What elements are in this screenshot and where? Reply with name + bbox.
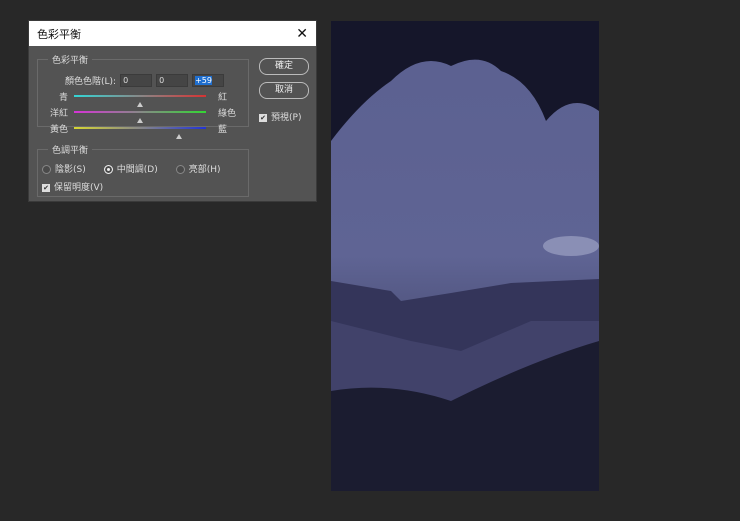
- level-yellow-blue-input[interactable]: +59: [192, 74, 225, 87]
- slider-thumb[interactable]: [175, 134, 182, 139]
- slider-row-yellow-blue: 黃色 藍: [42, 122, 246, 139]
- color-balance-dialog: 色彩平衡 ✕ 色彩平衡 顏色色階(L): 0 0 +59 青 紅 洋紅 綠色 黃…: [28, 20, 317, 202]
- slider-left-label: 洋紅: [49, 109, 68, 119]
- cyan-red-slider[interactable]: [74, 95, 206, 107]
- checkbox-icon: ✔: [42, 183, 50, 192]
- slider-right-label: 綠色: [218, 109, 237, 119]
- slider-left-label: 青: [58, 93, 68, 103]
- preserve-luminosity-checkbox[interactable]: ✔ 保留明度(V): [42, 180, 103, 193]
- level-magenta-green-input[interactable]: 0: [156, 74, 189, 87]
- yellow-blue-slider[interactable]: [74, 127, 206, 139]
- color-balance-group: 色彩平衡 顏色色階(L): 0 0 +59 青 紅 洋紅 綠色 黃色 藍: [37, 53, 249, 139]
- tone-balance-group: 色調平衡 陰影(S) 中間調(D) 亮部(H) ✔ 保留明度(V): [37, 143, 249, 197]
- slider-right-label: 紅: [218, 93, 228, 103]
- radio-shadows[interactable]: 陰影(S): [42, 162, 86, 175]
- radio-highlights[interactable]: 亮部(H): [175, 162, 221, 175]
- radio-midtones[interactable]: 中間調(D): [103, 162, 158, 175]
- canvas-photo: [331, 21, 599, 491]
- slider-row-cyan-red: 青 紅: [42, 90, 246, 107]
- slider-left-label: 黃色: [49, 125, 68, 135]
- dialog-titlebar[interactable]: 色彩平衡 ✕: [29, 21, 316, 46]
- ok-button[interactable]: 確定: [259, 58, 309, 75]
- tone-balance-legend: 色調平衡: [52, 146, 89, 156]
- level-cyan-red-input[interactable]: 0: [120, 74, 153, 87]
- color-balance-legend: 色彩平衡: [52, 56, 89, 66]
- cloud: [543, 236, 599, 256]
- checkbox-icon: ✔: [259, 113, 267, 122]
- close-icon[interactable]: ✕: [296, 26, 308, 42]
- cancel-button[interactable]: 取消: [259, 82, 309, 99]
- slider-row-magenta-green: 洋紅 綠色: [42, 106, 246, 123]
- preview-checkbox[interactable]: ✔ 預視(P): [259, 110, 301, 123]
- dialog-title: 色彩平衡: [37, 27, 81, 41]
- magenta-green-slider[interactable]: [74, 111, 206, 123]
- slider-right-label: 藍: [218, 125, 228, 135]
- levels-label: 顏色色階(L):: [65, 77, 117, 87]
